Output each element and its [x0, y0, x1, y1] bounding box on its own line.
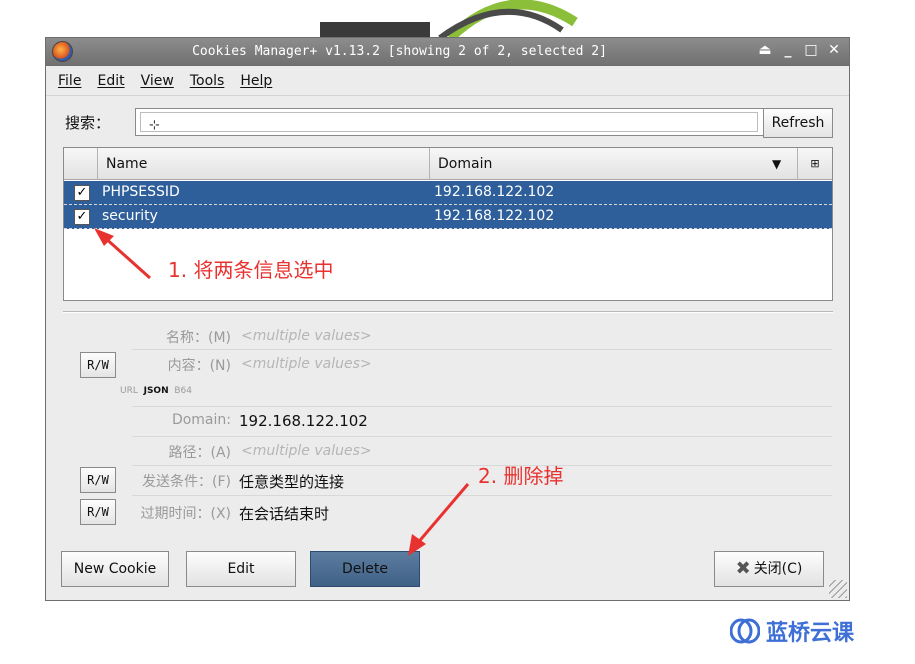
path-field-value[interactable]: <multiple values>	[241, 443, 372, 459]
minimize-icon[interactable]: _	[781, 42, 795, 58]
format-b64[interactable]: B64	[174, 386, 192, 396]
column-header-check[interactable]	[64, 148, 98, 180]
row-checkbox[interactable]: ✓	[74, 185, 90, 201]
table-row[interactable]: ✓ PHPSESSID 192.168.122.102	[64, 181, 832, 205]
row-checkbox[interactable]: ✓	[74, 209, 90, 225]
sort-descending-icon[interactable]: ▼	[772, 157, 781, 171]
new-cookie-button[interactable]: New Cookie	[61, 551, 169, 587]
watermark: 蓝桥云课	[730, 615, 854, 647]
name-field-label: 名称：(M)	[165, 330, 231, 346]
table-header: Name Domain ▼ ⊞	[64, 148, 832, 180]
expire-field-value[interactable]: 在会话结束时	[239, 503, 329, 524]
search-input-inner[interactable]: ⊹	[140, 112, 758, 133]
column-header-domain[interactable]: Domain	[430, 148, 798, 180]
close-button-label: 关闭(C)	[753, 561, 803, 577]
shade-icon[interactable]: ⏏	[758, 42, 772, 58]
window-title: Cookies Manager+ v1.13.2 [showing 2 of 2…	[192, 44, 607, 59]
search-label: 搜索：	[65, 114, 111, 132]
format-json[interactable]: JSON	[144, 386, 169, 396]
menu-view[interactable]: View	[141, 73, 174, 89]
divider	[132, 436, 832, 437]
close-window-icon[interactable]: ✕	[827, 42, 841, 58]
domain-field-value[interactable]: 192.168.122.102	[239, 412, 368, 430]
cookie-domain: 192.168.122.102	[434, 184, 555, 200]
maximize-icon[interactable]: □	[804, 42, 818, 58]
lanqiao-logo-icon	[730, 618, 760, 644]
format-url[interactable]: URL	[120, 386, 138, 396]
divider	[132, 349, 832, 350]
refresh-button[interactable]: Refresh	[763, 108, 833, 138]
title-bar[interactable]: Cookies Manager+ v1.13.2 [showing 2 of 2…	[46, 38, 849, 66]
divider	[132, 495, 832, 496]
annotation-step2: 2. 删除掉	[478, 464, 564, 488]
content-format-toggle: URL JSON B64	[120, 386, 192, 396]
send-field-label: 发送条件：(F)	[142, 474, 231, 490]
window-controls: ⏏ _ □ ✕	[758, 42, 841, 58]
send-field-value[interactable]: 任意类型的连接	[239, 471, 344, 492]
details-separator	[63, 311, 833, 313]
close-x-icon: ✖	[735, 558, 751, 579]
delete-button[interactable]: Delete	[310, 551, 420, 587]
edit-button[interactable]: Edit	[186, 551, 296, 587]
domain-field-label: Domain:	[171, 412, 231, 428]
cookie-domain: 192.168.122.102	[434, 208, 555, 224]
cookie-name: security	[102, 208, 158, 224]
search-filter-icon: ⊹	[149, 118, 160, 133]
menu-help[interactable]: Help	[240, 73, 272, 89]
menu-tools[interactable]: Tools	[190, 73, 225, 89]
background-logo-arc	[320, 0, 578, 40]
content-field-value[interactable]: <multiple values>	[241, 356, 372, 372]
column-header-name[interactable]: Name	[98, 148, 430, 180]
menu-bar: File Edit View Tools Help	[46, 66, 849, 96]
divider	[132, 406, 832, 407]
cookie-name: PHPSESSID	[102, 184, 180, 200]
path-field-label: 路径：(A)	[168, 445, 231, 461]
menu-edit[interactable]: Edit	[97, 73, 124, 89]
annotation-step1: 1. 将两条信息选中	[168, 258, 334, 282]
close-button[interactable]: ✖ 关闭(C)	[714, 551, 824, 587]
resize-grip[interactable]	[829, 580, 847, 598]
watermark-text: 蓝桥云课	[766, 621, 855, 646]
cookies-manager-window: Cookies Manager+ v1.13.2 [showing 2 of 2…	[45, 37, 850, 601]
column-picker-icon[interactable]: ⊞	[804, 154, 826, 174]
content-field-label: 内容：(N)	[167, 358, 231, 374]
expire-field-label: 过期时间：(X)	[140, 506, 231, 522]
name-field-value[interactable]: <multiple values>	[241, 328, 372, 344]
table-row[interactable]: ✓ security 192.168.122.102	[64, 205, 832, 229]
search-input[interactable]: ⊹ V	[135, 108, 785, 136]
menu-file[interactable]: File	[58, 73, 81, 89]
screenshot-stage: Cookies Manager+ v1.13.2 [showing 2 of 2…	[0, 0, 915, 664]
